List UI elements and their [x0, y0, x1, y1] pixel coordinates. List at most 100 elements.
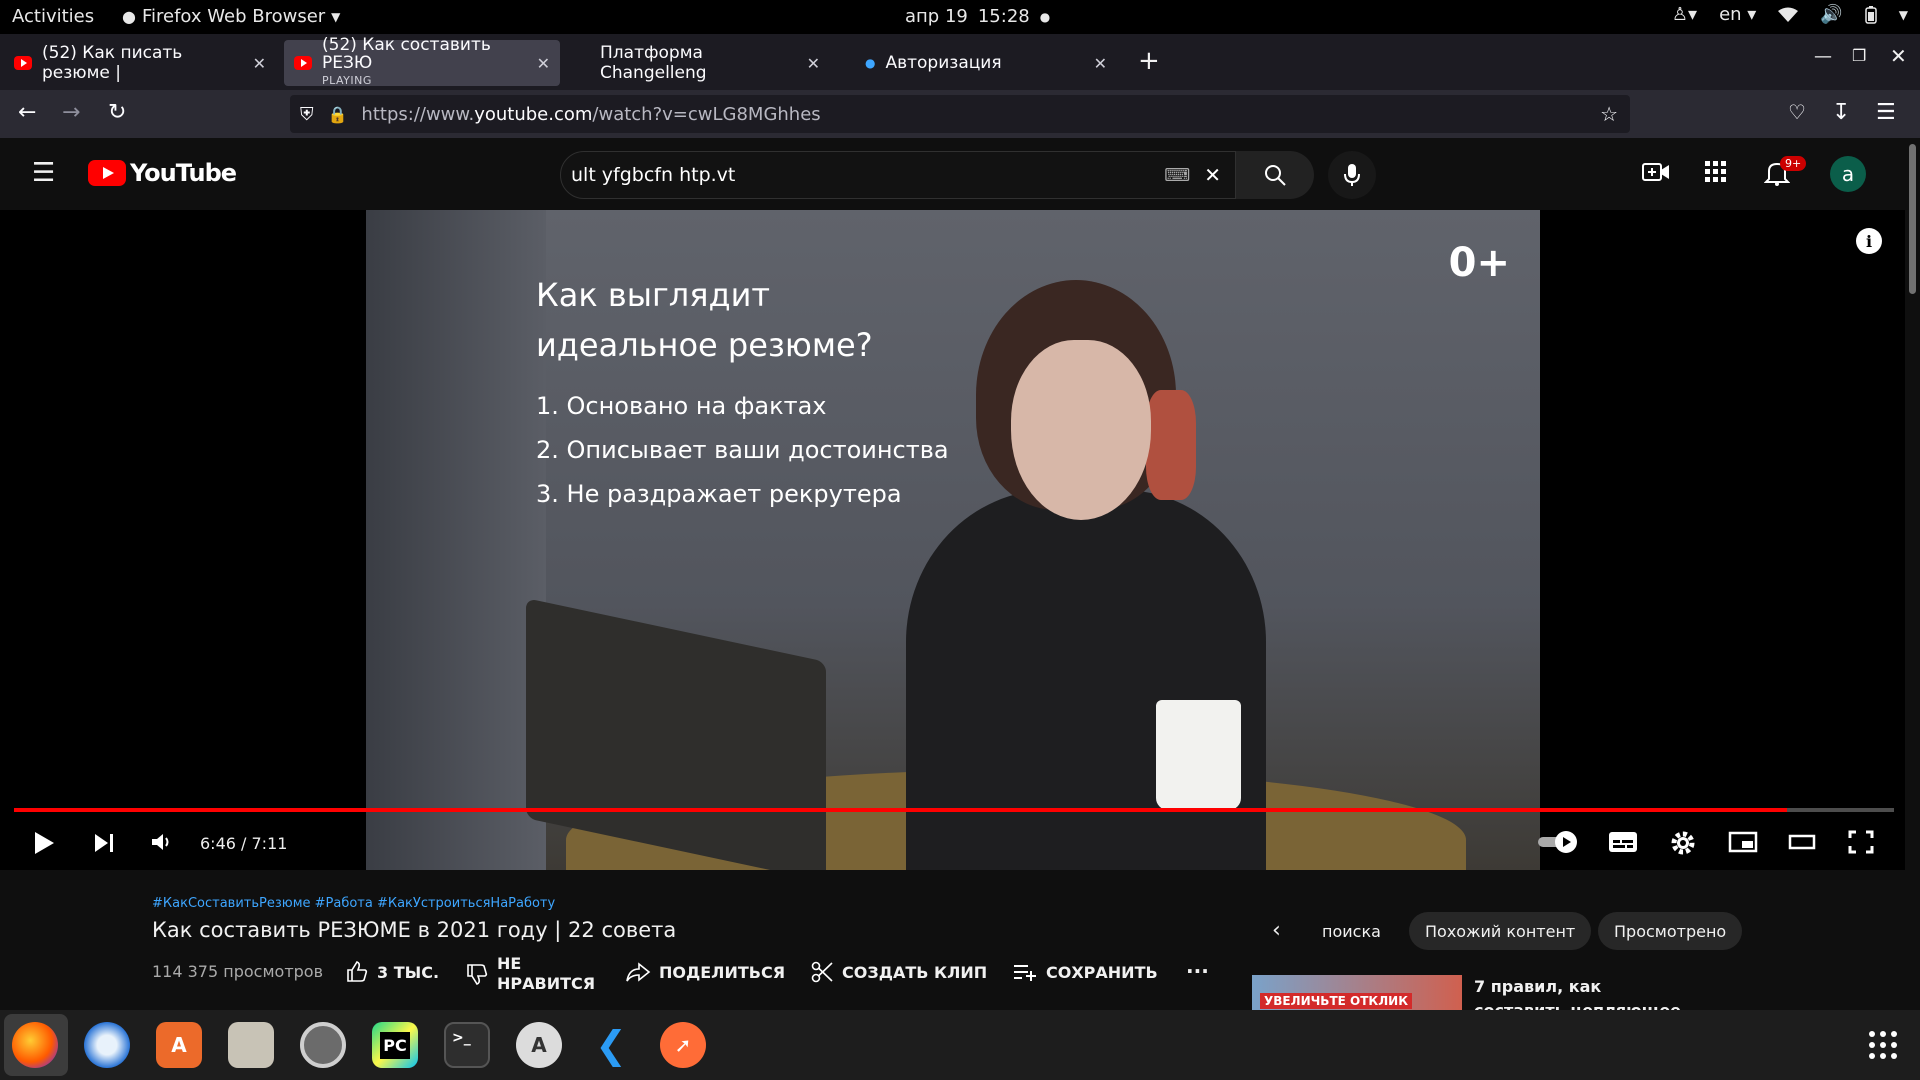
clock[interactable]: апр 19 15:28 ● — [905, 6, 1050, 27]
close-icon[interactable]: ✕ — [1094, 54, 1107, 73]
play-icon — [35, 832, 54, 854]
volume-button[interactable] — [150, 830, 174, 854]
chevron-down-icon[interactable]: ▼ — [1899, 8, 1908, 22]
fullscreen-button[interactable] — [1848, 830, 1874, 854]
star-icon[interactable]: ☆ — [1600, 102, 1618, 126]
pocket-icon[interactable]: ♡ — [1788, 100, 1806, 124]
back-arrow-icon[interactable]: ← — [18, 100, 36, 125]
avatar[interactable]: a — [1830, 156, 1866, 192]
dock: A PC >_ A ❮ ➚ — [0, 1010, 1920, 1080]
software-updater-icon[interactable]: A — [516, 1022, 562, 1068]
miniplayer-button[interactable] — [1728, 830, 1758, 854]
guide-menu-icon[interactable]: ☰ — [32, 158, 55, 188]
software-center-icon[interactable]: A — [156, 1022, 202, 1068]
settings-button[interactable] — [1670, 830, 1696, 856]
share-label: ПОДЕЛИТЬСЯ — [659, 962, 786, 982]
share-button[interactable]: ПОДЕЛИТЬСЯ — [625, 960, 785, 984]
new-tab-button[interactable]: + — [1138, 46, 1160, 76]
files-icon[interactable] — [228, 1022, 274, 1068]
player-controls: 6:46 / 7:11 — [0, 818, 1905, 870]
pycharm-icon[interactable]: PC — [372, 1022, 418, 1068]
activities-button[interactable]: Activities — [12, 6, 94, 27]
youtube-logo-text: YouTube — [130, 159, 237, 187]
like-button[interactable]: 3 ТЫС. — [345, 960, 439, 984]
hashtags[interactable]: #КакСоставитьРезюме #Работа #КакУстроить… — [152, 896, 555, 911]
apps-grid-icon[interactable] — [1704, 160, 1728, 184]
tab-playing-label: PLAYING — [322, 74, 372, 87]
dislike-label: НРАВИТСЯ — [497, 974, 596, 993]
recommended-video[interactable]: УВЕЛИЧЬТЕ ОТКЛИК 7 правил, как составить… — [1252, 975, 1684, 1015]
postman-icon[interactable]: ➚ — [660, 1022, 706, 1068]
create-clip-button[interactable]: СОЗДАТЬ КЛИП — [810, 960, 987, 984]
youtube-favicon-icon — [294, 56, 312, 70]
system-top-bar: Activities ● Firefox Web Browser ▼ апр 1… — [0, 0, 1920, 34]
video-thumbnail[interactable]: УВЕЛИЧЬТЕ ОТКЛИК — [1252, 975, 1462, 1015]
keyboard-icon[interactable]: ⌨ — [1164, 165, 1190, 186]
video-player[interactable]: Как выглядит идеальное резюме? 1. Основа… — [0, 210, 1905, 870]
volume-icon[interactable]: 🔊 — [1820, 4, 1842, 25]
battery-icon[interactable] — [1865, 5, 1877, 24]
show-apps-icon[interactable] — [1860, 1022, 1906, 1068]
search-input[interactable]: ult yfgbcfn htp.vt ⌨ ✕ — [560, 151, 1236, 199]
theater-mode-button[interactable] — [1788, 830, 1816, 854]
close-window-button[interactable]: ✕ — [1890, 44, 1907, 68]
tab-title: Платформа Changelleng — [600, 43, 707, 83]
language-indicator[interactable]: en ▾ — [1719, 4, 1756, 25]
more-actions-button[interactable]: ... — [1186, 954, 1209, 978]
youtube-logo[interactable]: YouTube — [88, 159, 237, 187]
video-details: #КакСоставитьРезюме #Работа #КакУстроить… — [0, 870, 1905, 1020]
close-icon[interactable]: ✕ — [807, 54, 820, 73]
download-icon[interactable]: ↧ — [1832, 100, 1850, 125]
url-bar[interactable]: ⛨ 🔒 https://www.youtube.com/watch?v=cwLG… — [290, 95, 1630, 133]
search-icon — [1265, 165, 1286, 186]
settings-icon[interactable] — [300, 1022, 346, 1068]
tab-3[interactable]: Платформа Changelleng ✕ — [590, 40, 830, 86]
tab-4[interactable]: ● Авторизация ✕ — [855, 40, 1117, 86]
subtitles-button[interactable] — [1608, 830, 1638, 854]
overlay-list-item: 2. Описывает ваши достоинства — [536, 436, 949, 464]
video-frame[interactable]: Как выглядит идеальное резюме? 1. Основа… — [366, 210, 1540, 870]
vscode-icon[interactable]: ❮ — [588, 1022, 634, 1068]
accessibility-icon[interactable]: ♙▾ — [1672, 4, 1697, 25]
wifi-icon[interactable] — [1778, 7, 1799, 23]
overlay-list-item: 1. Основано на фактах — [536, 392, 827, 420]
chip-related[interactable]: Похожий контент — [1409, 912, 1592, 950]
system-tray[interactable]: ♙▾ en ▾ 🔊 ▼ — [1672, 4, 1908, 25]
url-text[interactable]: https://www.youtube.com/watch?v=cwLG8MGh… — [361, 104, 820, 125]
tab-2[interactable]: (52) Как составить РЕЗЮ PLAYING ✕ — [284, 36, 560, 87]
dislike-button[interactable]: НЕ НРАВИТСЯ — [465, 954, 595, 994]
chip-search[interactable]: поиска — [1306, 912, 1397, 950]
close-icon[interactable]: ✕ — [537, 54, 550, 73]
shield-icon[interactable]: ⛨ — [300, 104, 314, 125]
clear-search-icon[interactable]: ✕ — [1204, 163, 1221, 187]
terminal-icon[interactable]: >_ — [444, 1022, 490, 1068]
tab-1[interactable]: (52) Как писать резюме | ✕ — [4, 40, 276, 86]
reload-icon[interactable]: ↻ — [108, 100, 126, 125]
page-scrollbar[interactable] — [1905, 138, 1920, 1010]
chevron-left-icon[interactable]: ‹ — [1272, 918, 1281, 943]
play-button[interactable] — [32, 830, 56, 856]
recommended-title[interactable]: 7 правил, как составить цепляющее резюме — [1474, 975, 1684, 1015]
restore-button[interactable]: ❐ — [1852, 46, 1866, 65]
firefox-icon[interactable] — [12, 1022, 58, 1068]
lock-icon[interactable]: 🔒 — [328, 105, 348, 124]
search-button[interactable] — [1236, 151, 1314, 199]
minimize-button[interactable]: — — [1814, 46, 1832, 67]
theater-icon — [1788, 834, 1816, 850]
forward-arrow-icon[interactable]: → — [62, 100, 80, 125]
close-icon[interactable]: ✕ — [253, 54, 266, 73]
thunderbird-icon[interactable] — [84, 1022, 130, 1068]
create-video-icon[interactable] — [1642, 160, 1670, 184]
voice-search-button[interactable] — [1328, 151, 1376, 199]
youtube-header: ☰ YouTube ult yfgbcfn htp.vt ⌨ ✕ 9+ a — [0, 138, 1920, 210]
info-icon[interactable]: i — [1856, 228, 1882, 254]
chip-watched[interactable]: Просмотрено — [1598, 912, 1743, 950]
autoplay-toggle[interactable] — [1536, 830, 1580, 854]
next-button[interactable] — [92, 830, 116, 856]
app-menu[interactable]: ● Firefox Web Browser ▼ — [122, 6, 340, 27]
firefox-small-icon: ● — [122, 7, 136, 26]
progress-bar[interactable] — [14, 808, 1894, 812]
gear-icon — [1671, 831, 1695, 855]
hamburger-menu-icon[interactable]: ☰ — [1876, 100, 1896, 125]
save-button[interactable]: СОХРАНИТЬ — [1012, 960, 1158, 984]
